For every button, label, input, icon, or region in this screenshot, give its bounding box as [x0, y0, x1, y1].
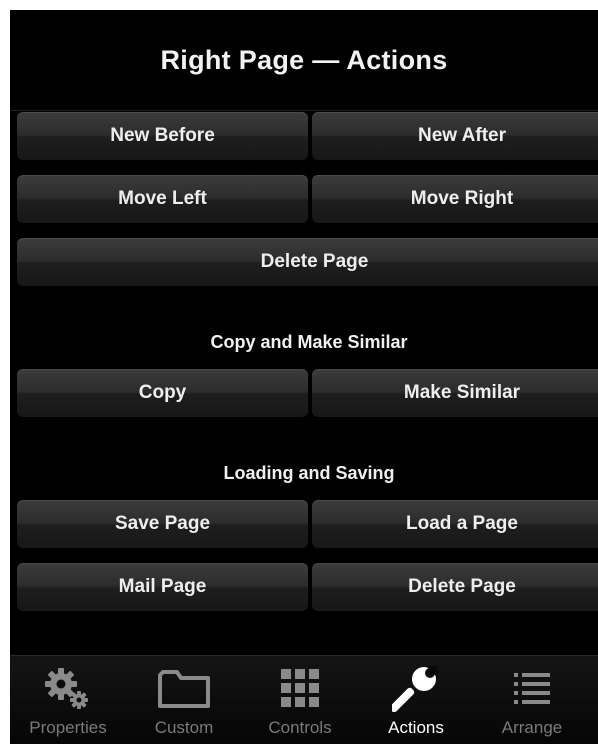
- tab-label: Arrange: [501, 718, 563, 737]
- tab-properties[interactable]: Properties: [10, 656, 126, 744]
- gears-icon: [10, 664, 126, 712]
- tab-bar: Properties Custom Controls Actions Arran…: [10, 655, 598, 744]
- load-page-button[interactable]: Load a Page: [312, 500, 598, 548]
- copy-section-title: Copy and Make Similar: [210, 332, 408, 352]
- delete-saved-page-button[interactable]: Delete Page: [312, 563, 598, 611]
- list-icon: [474, 664, 590, 712]
- loading-section-title: Loading and Saving: [223, 463, 395, 483]
- tab-controls[interactable]: Controls: [242, 656, 358, 744]
- grid-icon: [242, 664, 358, 712]
- make-similar-button[interactable]: Make Similar: [312, 369, 598, 417]
- new-after-button[interactable]: New After: [312, 112, 598, 160]
- mail-page-button[interactable]: Mail Page: [17, 563, 308, 611]
- folder-icon: [126, 664, 242, 712]
- wrench-icon: [358, 664, 474, 712]
- tab-arrange[interactable]: Arrange: [474, 656, 590, 744]
- move-left-button[interactable]: Move Left: [17, 175, 308, 223]
- actions-panel: Right Page — Actions New Before New Afte…: [10, 10, 598, 744]
- save-page-button[interactable]: Save Page: [17, 500, 308, 548]
- delete-page-button[interactable]: Delete Page: [17, 238, 598, 286]
- tab-label: Custom: [154, 718, 214, 737]
- page-title: Right Page — Actions: [160, 44, 448, 75]
- new-before-button[interactable]: New Before: [17, 112, 308, 160]
- move-right-button[interactable]: Move Right: [312, 175, 598, 223]
- tab-label: Controls: [268, 718, 332, 737]
- tab-label: Properties: [29, 718, 107, 737]
- header-bar: Right Page — Actions: [10, 10, 598, 111]
- tab-actions[interactable]: Actions: [358, 656, 474, 744]
- tab-label: Actions: [388, 718, 444, 737]
- copy-button[interactable]: Copy: [17, 369, 308, 417]
- tab-custom[interactable]: Custom: [126, 656, 242, 744]
